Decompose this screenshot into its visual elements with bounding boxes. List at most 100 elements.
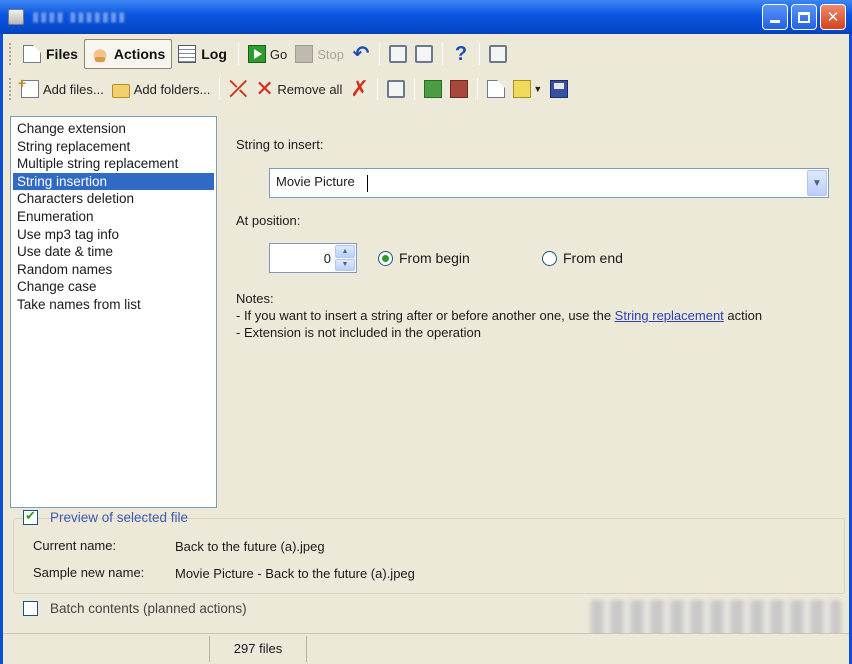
files-toolbar: Add files... Add folders... ⤫ ✕ Remove a… <box>7 73 572 105</box>
sample-name-label: Sample new name: <box>33 565 145 580</box>
tab-actions[interactable]: Actions <box>83 39 173 69</box>
edit-button[interactable] <box>411 41 437 67</box>
dropdown-arrow-icon[interactable]: ▼ <box>533 84 542 94</box>
save-list-button[interactable] <box>546 76 572 102</box>
go-label: Go <box>269 46 288 62</box>
new-document-icon <box>487 80 506 98</box>
toolbar-grip[interactable] <box>9 43 13 65</box>
action-item[interactable]: Use date & time <box>13 243 214 261</box>
at-position-label: At position: <box>236 213 301 228</box>
clean-button[interactable]: ✗ <box>346 76 372 102</box>
main-toolbar: Files Actions Log Go Stop ↶ ? <box>7 38 511 70</box>
close-button[interactable]: ✕ <box>820 4 846 30</box>
add-folders-button[interactable]: Add folders... <box>108 76 215 102</box>
tab-log[interactable]: Log <box>172 39 233 69</box>
remove-all-label: Remove all <box>277 81 343 97</box>
action-item[interactable]: Random names <box>13 261 214 279</box>
action-item[interactable]: Multiple string replacement <box>13 155 214 173</box>
stop-button[interactable]: Stop <box>291 41 348 67</box>
log-icon <box>178 45 197 63</box>
action-item[interactable]: Use mp3 tag info <box>13 226 214 244</box>
undo-button[interactable]: ↶ <box>348 41 374 67</box>
maximize-icon <box>798 11 810 23</box>
notes-line-2: - Extension is not included in the opera… <box>236 325 481 340</box>
tab-files[interactable]: Files <box>17 39 84 69</box>
chevron-down-icon[interactable]: ▼ <box>807 170 827 196</box>
stepper-down-icon[interactable]: ▼ <box>335 258 355 271</box>
action-item[interactable]: Change extension <box>13 120 214 138</box>
action-item[interactable]: Enumeration <box>13 208 214 226</box>
preview-group <box>13 518 845 594</box>
move-up-icon <box>424 80 443 98</box>
help-button[interactable]: ? <box>448 41 474 67</box>
position-value[interactable]: 0 <box>270 251 335 266</box>
action-item[interactable]: String replacement <box>13 138 214 156</box>
exit-button[interactable] <box>485 41 511 67</box>
toolbar-separator <box>377 78 379 100</box>
app-icon <box>8 9 24 25</box>
stepper-arrows: ▲ ▼ <box>335 245 355 271</box>
action-item[interactable]: Change case <box>13 278 214 296</box>
batch-checkbox-label: Batch contents (planned actions) <box>50 601 247 616</box>
position-stepper[interactable]: 0 ▲ ▼ <box>269 243 357 273</box>
minimize-button[interactable] <box>762 4 788 30</box>
preview-checkbox[interactable]: Preview of selected file <box>23 508 189 525</box>
action-item[interactable]: Take names from list <box>13 296 214 314</box>
maximize-button[interactable] <box>791 4 817 30</box>
move-up-button[interactable] <box>420 76 446 102</box>
add-folders-label: Add folders... <box>133 81 211 97</box>
minimize-icon <box>770 19 780 23</box>
string-to-insert-value[interactable]: Movie Picture <box>270 174 807 192</box>
action-item[interactable]: String insertion <box>13 172 214 191</box>
new-list-button[interactable] <box>483 76 509 102</box>
tab-actions-label: Actions <box>113 46 166 62</box>
window-title: ▮▮▮▮ ▮▮▮▮▮▮▮ <box>32 9 127 24</box>
toolbar-separator <box>414 78 416 100</box>
clean-icon: ✗ <box>350 76 369 101</box>
radio-dot <box>542 250 557 266</box>
batch-checkbox[interactable]: Batch contents (planned actions) <box>23 601 247 616</box>
notes: Notes: - If you want to insert a string … <box>236 290 762 341</box>
exit-icon <box>489 45 507 63</box>
save-icon <box>550 80 569 98</box>
actions-icon <box>90 45 109 63</box>
print-button[interactable] <box>385 41 411 67</box>
action-list[interactable]: Change extension String replacement Multip… <box>10 116 217 508</box>
status-bar: 297 files <box>3 633 849 664</box>
radio-dot <box>378 250 393 266</box>
stop-label: Stop <box>317 46 344 62</box>
toolbar-separator <box>442 43 443 65</box>
remove-all-button[interactable]: ✕ Remove all <box>251 76 346 102</box>
close-icon: ✕ <box>826 9 840 26</box>
from-begin-radio[interactable]: From begin <box>378 250 470 266</box>
toolbar-separator <box>379 43 380 65</box>
toolbar-separator <box>237 43 239 65</box>
toolbar-grip[interactable] <box>9 78 13 100</box>
title-bar[interactable]: ▮▮▮▮ ▮▮▮▮▮▮▮ ✕ <box>0 0 852 34</box>
refresh-button[interactable] <box>383 76 409 102</box>
open-list-button[interactable]: ▼ <box>509 76 546 102</box>
action-item[interactable]: Characters deletion <box>13 190 214 208</box>
remove-icon: ✕ <box>255 76 274 101</box>
add-files-label: Add files... <box>43 81 104 97</box>
current-name-label: Current name: <box>33 538 117 553</box>
files-icon <box>23 45 41 63</box>
stop-icon <box>295 45 314 63</box>
go-button[interactable]: Go <box>244 41 291 67</box>
move-down-icon <box>450 80 469 98</box>
preview-checkbox-label: Preview of selected file <box>50 510 189 525</box>
from-end-radio[interactable]: From end <box>542 250 623 266</box>
from-end-label: From end <box>563 250 623 266</box>
remove-selected-button[interactable]: ⤫ <box>225 76 251 102</box>
file-count: 297 files <box>209 636 307 662</box>
string-replacement-link[interactable]: String replacement <box>615 308 724 323</box>
string-to-insert-combo[interactable]: Movie Picture ▼ <box>269 168 829 198</box>
tab-log-label: Log <box>201 46 227 62</box>
add-files-button[interactable]: Add files... <box>17 75 108 102</box>
string-to-insert-label: String to insert: <box>236 137 324 152</box>
current-name-value: Back to the future (a).jpeg <box>175 539 325 554</box>
move-down-button[interactable] <box>446 76 472 102</box>
sample-name-value: Movie Picture - Back to the future (a).j… <box>175 566 415 581</box>
stepper-up-icon[interactable]: ▲ <box>335 245 355 258</box>
notes-line-1: - If you want to insert a string after o… <box>236 308 763 323</box>
